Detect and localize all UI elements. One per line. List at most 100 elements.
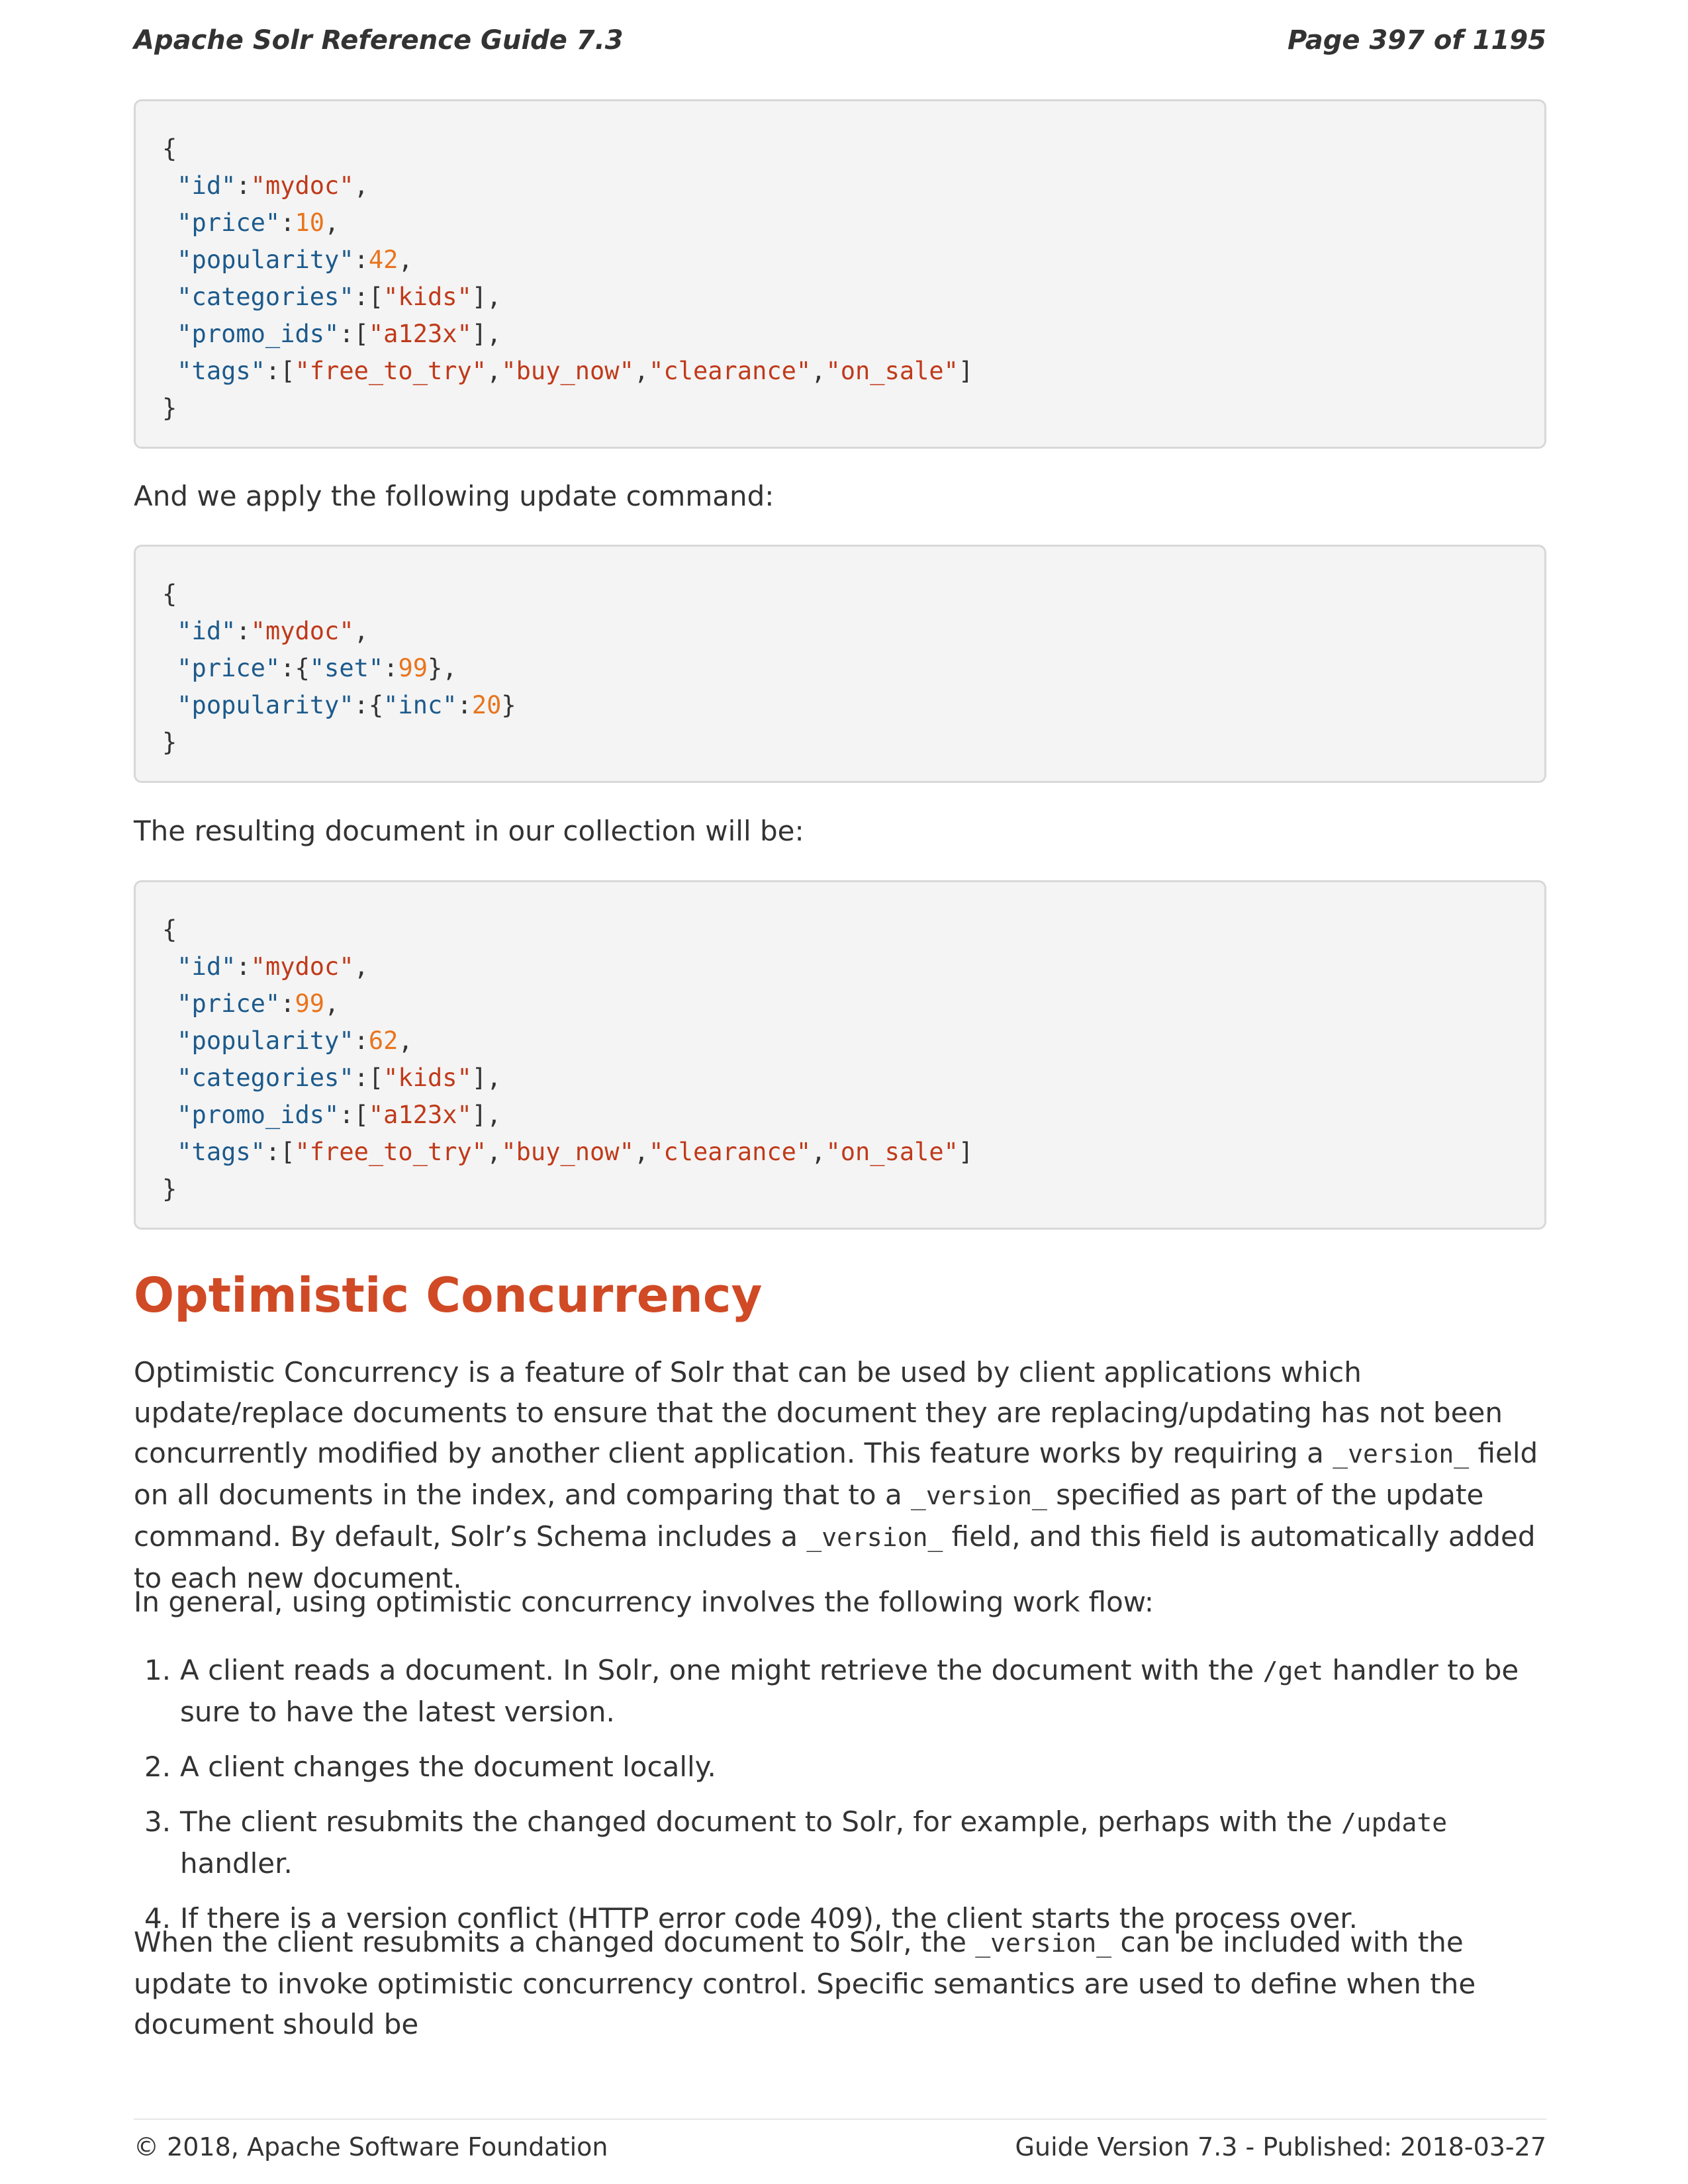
code-token: "id" [177,617,236,645]
code-block-update-command: { "id":"mydoc", "price":{"set":99}, "pop… [134,545,1546,783]
text-segment: Optimistic Concurrency is a feature of S… [134,1356,1503,1469]
code-line: "tags":["free_to_try","buy_now","clearan… [162,353,1544,390]
code-token: : [353,1026,369,1055]
page-number: Page 397 of 1195 [1288,25,1546,56]
code-token: "price" [177,989,281,1018]
code-token: } [501,691,516,719]
inline-code: /get [1262,1657,1324,1686]
code-token: "kids" [383,1064,472,1092]
code-token: : [236,617,251,645]
code-token: "categories" [177,1064,354,1092]
step-text: A client changes the document locally. [180,1751,716,1783]
code-token: "popularity" [177,1026,354,1055]
code-token: "mydoc" [250,952,354,981]
footer-divider [134,2118,1546,2120]
code-line: "price":10, [162,205,1544,242]
step-text: The client resubmits the changed documen… [180,1805,1447,1880]
code-token: "mydoc" [250,617,354,645]
code-block-original-doc: { "id":"mydoc", "price":10, "popularity"… [134,99,1546,449]
code-token: { [162,915,177,944]
code-token: , [353,171,369,200]
code-token: "on_sale" [825,1138,959,1166]
code-token: "tags" [177,357,265,385]
code-token: :{ [280,654,310,682]
intro-result-text: The resulting document in our collection… [134,815,804,847]
code-token: }, [428,654,457,682]
code-line: "categories":["kids"], [162,1060,1544,1097]
code-token: : [457,691,472,719]
code-token: "free_to_try" [295,357,487,385]
code-token: "clearance" [649,357,812,385]
code-token: "promo_ids" [177,1101,340,1129]
code-token: "mydoc" [250,171,354,200]
text-segment: When the client resubmits a changed docu… [134,1926,976,1958]
code-line: { [162,911,1544,948]
code-token: : [383,654,399,682]
code-token: : [236,952,251,981]
code-line: "promo_ids":["a123x"], [162,316,1544,353]
text-segment: A client reads a document. In Solr, one … [180,1654,1263,1686]
code-line: { [162,576,1544,613]
intro-update-text: And we apply the following update comman… [134,480,774,512]
code-line: "price":{"set":99}, [162,650,1544,687]
code-token: , [487,1138,502,1166]
code-token: "id" [177,171,236,200]
code-token: "clearance" [649,1138,812,1166]
inline-code: /update [1341,1808,1448,1837]
paragraph-resubmit: When the client resubmits a changed docu… [134,1922,1546,2044]
code-token: ] [958,357,974,385]
code-token: "popularity" [177,691,354,719]
code-line: } [162,724,1544,761]
code-token: "id" [177,952,236,981]
code-token: } [162,1175,177,1203]
step-number: 1. [144,1654,171,1686]
code-line: { [162,130,1544,167]
code-token: ], [471,283,502,311]
footer-copyright: © 2018, Apache Software Foundation [134,2132,608,2161]
code-token: , [811,1138,826,1166]
code-token: "tags" [177,1138,265,1166]
inline-code: _version_ [975,1929,1112,1958]
code-block-result-doc: { "id":"mydoc", "price":99, "popularity"… [134,880,1546,1230]
inline-code: _version_ [1333,1439,1470,1469]
code-line: "popularity":{"inc":20} [162,687,1544,724]
code-token: :[ [339,320,369,348]
code-token: 99 [398,654,428,682]
workflow-steps-list: 1. A client reads a document. In Solr, on… [134,1650,1546,1953]
step-number: 2. [144,1751,171,1783]
workflow-step: 3. The client resubmits the changed docum… [134,1801,1546,1884]
code-line: } [162,1171,1544,1208]
code-token: "set" [309,654,384,682]
code-token: "buy_now" [501,1138,634,1166]
code-token: "promo_ids" [177,320,340,348]
code-token: 62 [368,1026,399,1055]
code-token: : [236,171,251,200]
code-token: , [324,989,340,1018]
code-token: "a123x" [368,320,472,348]
code-line: "id":"mydoc", [162,167,1544,205]
code-token: "price" [177,208,281,237]
code-token: "popularity" [177,246,354,274]
code-token: :[ [265,1138,295,1166]
footer-version: Guide Version 7.3 - Published: 2018-03-2… [1015,2132,1546,2161]
code-token: "kids" [383,283,472,311]
code-line: "tags":["free_to_try","buy_now","clearan… [162,1134,1544,1171]
code-token: ], [471,1101,502,1129]
code-line: "id":"mydoc", [162,613,1544,650]
code-token: "on_sale" [825,357,959,385]
code-token: 42 [368,246,399,274]
